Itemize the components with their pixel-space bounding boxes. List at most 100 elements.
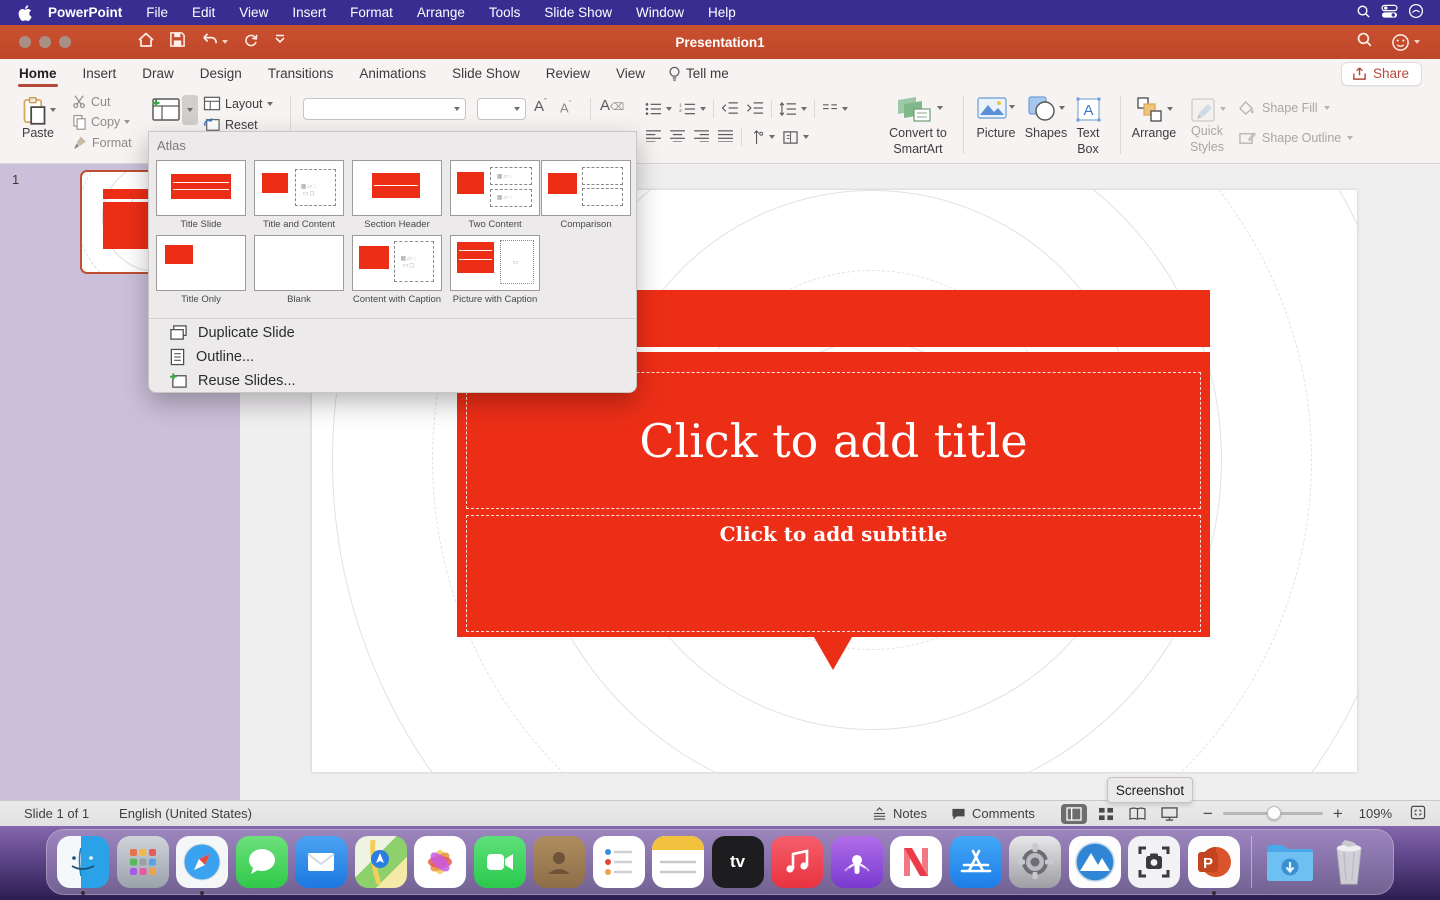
control-center-icon[interactable] (1381, 4, 1398, 22)
zoom-level[interactable]: 109% (1359, 806, 1392, 821)
tab-view[interactable]: View (603, 59, 658, 88)
layout-option-title-slide[interactable]: Title Slide (156, 160, 246, 230)
dock-item-installer[interactable] (1067, 834, 1123, 890)
layout-option-picture-with-caption[interactable]: ▭ Picture with Caption (450, 235, 540, 305)
align-right-button[interactable] (693, 129, 710, 145)
dock-item-safari[interactable] (174, 834, 230, 890)
siri-icon[interactable] (1408, 3, 1424, 22)
align-center-button[interactable] (669, 129, 686, 145)
dock-item-music[interactable] (769, 834, 825, 890)
picture-button[interactable]: Picture (972, 96, 1020, 140)
dock-item-finder[interactable] (55, 834, 111, 890)
slide-pointer-shape[interactable] (814, 637, 852, 670)
decrease-font-size-button[interactable]: Aˇ (560, 99, 572, 115)
dock-item-notes[interactable] (650, 834, 706, 890)
zoom-in-button[interactable]: + (1333, 804, 1343, 824)
save-icon[interactable] (169, 31, 186, 53)
shape-outline-button[interactable]: Shape Outline (1238, 130, 1353, 146)
paste-button[interactable]: Paste (16, 96, 60, 140)
dock-item-downloads[interactable] (1262, 834, 1318, 890)
decrease-indent-button[interactable] (721, 101, 739, 118)
redo-icon[interactable] (242, 31, 260, 53)
language-indicator[interactable]: English (United States) (119, 806, 252, 821)
layout-option-content-with-caption[interactable]: ▦▱◌▭◻ Content with Caption (352, 235, 442, 305)
undo-icon[interactable] (200, 31, 219, 53)
font-size-combo[interactable] (477, 98, 526, 120)
titlebar-search-icon[interactable] (1356, 31, 1373, 53)
dock-item-maps[interactable] (353, 834, 409, 890)
layout-option-blank[interactable]: Blank (254, 235, 344, 305)
customize-toolbar-chevron-icon[interactable] (274, 33, 286, 51)
share-button[interactable]: Share (1341, 62, 1422, 86)
increase-indent-button[interactable] (746, 101, 764, 118)
slide-main-shape[interactable]: Click to add title Click to add subtitle (457, 352, 1209, 637)
home-icon[interactable] (137, 31, 155, 53)
layout-button[interactable]: Layout (203, 96, 273, 111)
menu-slide-show[interactable]: Slide Show (532, 0, 624, 25)
menu-format[interactable]: Format (338, 0, 405, 25)
reading-view-button[interactable] (1125, 804, 1151, 824)
dock-item-powerpoint[interactable]: P (1186, 834, 1242, 890)
shapes-button[interactable]: Shapes (1022, 96, 1070, 140)
menu-edit[interactable]: Edit (180, 0, 227, 25)
columns-button[interactable] (822, 103, 848, 116)
tab-insert[interactable]: Insert (70, 59, 130, 88)
layout-option-two-content[interactable]: ▦▱◌▦▱◌ Two Content (450, 160, 540, 230)
tab-draw[interactable]: Draw (129, 59, 187, 88)
menu-insert[interactable]: Insert (280, 0, 338, 25)
zoom-window-button[interactable] (59, 36, 71, 48)
dock-item-screenshot[interactable] (1126, 834, 1182, 890)
notes-button[interactable]: Notes (872, 806, 927, 821)
bullets-button[interactable] (645, 102, 672, 116)
dock-item-messages[interactable] (234, 834, 290, 890)
dock-item-tv[interactable]: tv (710, 834, 766, 890)
menu-arrange[interactable]: Arrange (405, 0, 477, 25)
tell-me-button[interactable]: Tell me (658, 66, 739, 82)
copy-button[interactable]: Copy (72, 114, 132, 130)
reset-button[interactable]: Reset (203, 117, 273, 132)
undo-menu-chevron-icon[interactable] (222, 40, 228, 44)
justify-button[interactable] (717, 129, 734, 145)
layout-option-title-and-content[interactable]: ▦▱◌▭◻ Title and Content (254, 160, 344, 230)
reuse-slides-menu-item[interactable]: Reuse Slides... (169, 372, 296, 389)
clear-formatting-button[interactable]: A⌫ (600, 97, 624, 114)
dock-item-reminders[interactable] (591, 834, 647, 890)
layout-option-title-only[interactable]: Title Only (156, 235, 246, 305)
quick-styles-button[interactable]: Quick Styles (1182, 96, 1232, 155)
menu-tools[interactable]: Tools (477, 0, 533, 25)
zoom-slider-thumb[interactable] (1267, 806, 1281, 820)
dock-item-launchpad[interactable] (115, 834, 171, 890)
menu-window[interactable]: Window (624, 0, 696, 25)
dock-item-app-store[interactable] (948, 834, 1004, 890)
tab-animations[interactable]: Animations (346, 59, 439, 88)
convert-smartart-button[interactable]: Convert to SmartArt (878, 96, 958, 157)
normal-view-button[interactable] (1061, 804, 1087, 824)
menu-app-name[interactable]: PowerPoint (36, 5, 134, 20)
apple-menu-icon[interactable] (18, 5, 32, 21)
outline-menu-item[interactable]: Outline... (169, 348, 254, 366)
dock-item-trash[interactable] (1321, 834, 1377, 890)
menu-view[interactable]: View (227, 0, 280, 25)
zoom-slider[interactable] (1223, 812, 1323, 815)
slide-sorter-view-button[interactable] (1093, 804, 1119, 824)
vertical-align-button[interactable] (749, 130, 775, 145)
arrange-button[interactable]: Arrange (1128, 96, 1180, 140)
menubar-search-icon[interactable] (1356, 4, 1371, 22)
window-title-bar[interactable]: Presentation1 (0, 25, 1440, 59)
subtitle-placeholder[interactable]: Click to add subtitle (466, 515, 1200, 632)
duplicate-slide-menu-item[interactable]: Duplicate Slide (169, 324, 295, 341)
new-slide-chevron[interactable] (182, 95, 198, 125)
account-button[interactable] (1391, 33, 1420, 52)
layout-option-comparison[interactable]: Comparison (541, 160, 631, 230)
layout-option-section-header[interactable]: Section Header (352, 160, 442, 230)
tab-slide-show[interactable]: Slide Show (439, 59, 533, 88)
dock-item-photos[interactable] (412, 834, 468, 890)
fit-to-window-button[interactable] (1410, 805, 1426, 823)
close-window-button[interactable] (19, 36, 31, 48)
text-box-button[interactable]: A Text Box (1068, 96, 1108, 157)
minimize-window-button[interactable] (39, 36, 51, 48)
tab-transitions[interactable]: Transitions (255, 59, 347, 88)
format-painter-button[interactable]: Format (72, 135, 132, 150)
dock-item-podcasts[interactable] (829, 834, 885, 890)
text-direction-button[interactable] (782, 130, 809, 145)
